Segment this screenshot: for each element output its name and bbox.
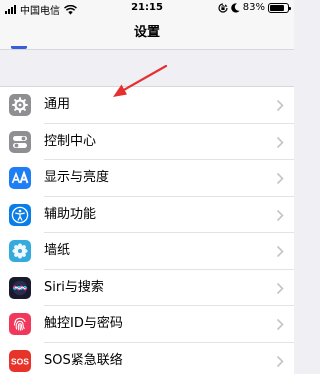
battery-level (270, 4, 285, 11)
battery-icon (268, 2, 291, 13)
chevron-right-icon (276, 209, 284, 221)
settings-row-label: 通用 (44, 97, 71, 112)
navigation-bar: 设置 (0, 18, 294, 50)
settings-row-control-center[interactable]: 控制中心 (0, 123, 294, 160)
sos-icon: SOS (9, 349, 31, 372)
page-title: 设置 (133, 25, 160, 40)
settings-row-label: 控制中心 (44, 133, 97, 149)
scrolled-row-peek (11, 46, 27, 49)
settings-list: 通用 控制中心 显示与亮度 辅助功能 墙纸 Siri与搜索 触控ID与密码 SO… (0, 86, 294, 374)
toggles-icon (9, 130, 31, 153)
settings-row-display-brightness[interactable]: 显示与亮度 (0, 160, 294, 197)
settings-row-label: SOS紧急联络 (44, 352, 123, 368)
settings-row-label: 墙纸 (44, 243, 71, 258)
chevron-right-icon (276, 282, 284, 294)
gear-icon (9, 94, 31, 116)
settings-row-general[interactable]: 通用 (0, 87, 294, 124)
status-right: 83% (218, 2, 291, 13)
settings-row-touch-id-passcode[interactable]: 触控ID与密码 (0, 306, 294, 343)
lock-rotation-icon (218, 2, 228, 13)
settings-row-emergency-sos[interactable]: SOS SOS紧急联络 (0, 342, 294, 374)
text-size-icon (9, 167, 31, 189)
settings-row-wallpaper[interactable]: 墙纸 (0, 233, 294, 270)
chevron-right-icon (276, 99, 284, 112)
status-bar: 中国电信 21:15 83% (0, 0, 294, 18)
battery-percent: 83% (242, 2, 265, 13)
settings-row-label: 触控ID与密码 (44, 316, 123, 331)
accessibility-icon (9, 203, 31, 226)
moon-icon (231, 2, 240, 13)
chevron-right-icon (276, 318, 284, 331)
siri-icon (9, 276, 31, 299)
chevron-right-icon (276, 245, 284, 258)
settings-row-label: Siri与搜索 (44, 279, 104, 295)
settings-row-siri-search[interactable]: Siri与搜索 (0, 269, 294, 306)
fingerprint-icon (9, 313, 31, 335)
chevron-right-icon (276, 136, 284, 148)
flower-icon (9, 240, 31, 262)
chevron-right-icon (276, 355, 284, 367)
chevron-right-icon (276, 172, 284, 185)
settings-row-accessibility[interactable]: 辅助功能 (0, 196, 294, 233)
settings-row-label: 辅助功能 (44, 206, 97, 222)
settings-row-label: 显示与亮度 (44, 170, 110, 185)
svg-text:SOS: SOS (11, 356, 29, 366)
